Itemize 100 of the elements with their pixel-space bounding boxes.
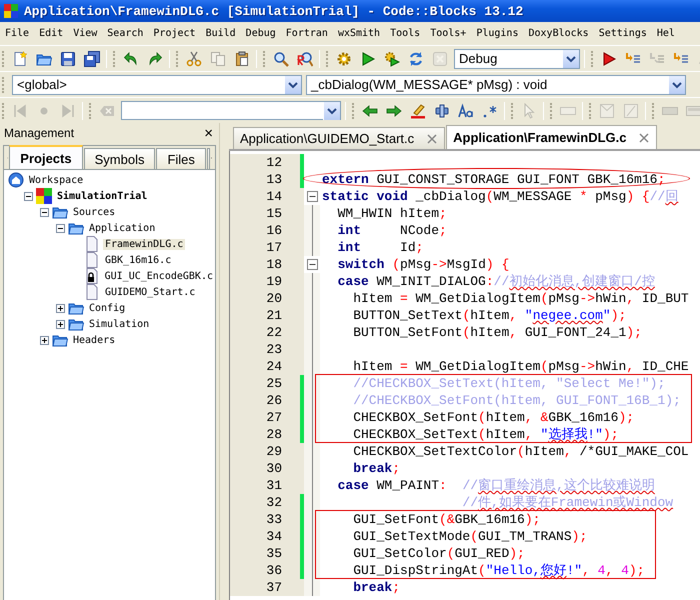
menu-item[interactable]: Hel xyxy=(652,26,680,41)
app-icon xyxy=(3,3,19,19)
line-number: 24 xyxy=(230,358,300,375)
match-case-icon[interactable] xyxy=(458,102,474,118)
tree-item[interactable]: FramewinDLG.c xyxy=(103,238,186,250)
panel-tab[interactable]: Symbols xyxy=(84,148,156,169)
gear-play-icon[interactable] xyxy=(384,50,400,66)
line-number: 16 xyxy=(230,222,300,239)
redo-arrow-icon[interactable] xyxy=(147,50,163,66)
expand-toggle[interactable] xyxy=(56,320,65,328)
panel-tab[interactable]: Projects xyxy=(9,145,83,169)
close-icon[interactable] xyxy=(426,132,438,144)
menu-item[interactable]: Plugins xyxy=(471,26,524,41)
tree-item[interactable]: GBK_16m16.c xyxy=(103,254,174,266)
code-line: CHECKBOX_SetFont(hItem, &GBK_16m16); xyxy=(352,409,634,426)
line-number: 14 xyxy=(230,188,300,205)
code-line: GUI_SetFont(&GBK_16m16); xyxy=(352,511,540,528)
replace-icon[interactable] xyxy=(297,50,313,66)
line-number: 13 xyxy=(230,171,300,188)
play-icon[interactable] xyxy=(360,50,376,66)
menu-item[interactable]: DoxyBlocks xyxy=(523,26,594,41)
refresh-icon[interactable] xyxy=(408,50,424,66)
menu-item[interactable]: Edit xyxy=(34,26,68,41)
line-number: 20 xyxy=(230,290,300,307)
line-number: 29 xyxy=(230,443,300,460)
four-squares-icon xyxy=(36,188,52,204)
collapse-toggle[interactable] xyxy=(56,224,65,232)
code-line: BUTTON_SetFont(hItem, GUI_FONT_24_1); xyxy=(352,324,642,341)
tree-item[interactable]: GUIDEMO_Start.c xyxy=(103,286,198,298)
code-line: break; xyxy=(352,579,400,596)
line-number: 30 xyxy=(230,460,300,477)
menu-item[interactable]: Tools xyxy=(385,26,426,41)
fold-toggle[interactable] xyxy=(306,259,318,270)
tree-item[interactable]: Sources xyxy=(71,206,118,218)
line-number: 35 xyxy=(230,545,300,562)
code-line: GUI_SetColor(GUI_RED); xyxy=(352,545,525,562)
editor-tab[interactable]: Application\FramewinDLG.c xyxy=(446,125,658,149)
new-file-icon[interactable] xyxy=(12,50,28,66)
line-number: 33 xyxy=(230,511,300,528)
scope-dropdown[interactable]: <global> xyxy=(12,74,302,94)
menu-item[interactable]: Tools+ xyxy=(425,26,472,41)
expand-toggle[interactable] xyxy=(40,336,49,344)
panel-tab[interactable]: Files xyxy=(156,148,206,169)
menu-item[interactable]: Debug xyxy=(240,26,281,41)
code-line: //CHECKBOX_SetFont(hItem, GUI_FONT_16B_1); xyxy=(352,392,681,409)
menu-item[interactable]: File xyxy=(0,26,34,41)
function-dropdown[interactable]: _cbDialog(WM_MESSAGE* pMsg) : void xyxy=(306,74,686,94)
tree-item[interactable]: Config xyxy=(87,302,128,314)
tree-item[interactable]: Headers xyxy=(71,334,118,346)
line-number: 15 xyxy=(230,205,300,222)
line-number: 22 xyxy=(230,324,300,341)
tree-item[interactable]: Application xyxy=(87,222,158,234)
code-line: BUTTON_SetText(hItem, "negee.com"); xyxy=(352,307,626,324)
line-number: 18 xyxy=(230,256,300,273)
scissors-icon[interactable] xyxy=(186,50,202,66)
code-line: hItem = WM_GetDialogItem(pMsg->hWin, ID_BUT xyxy=(352,290,689,307)
clipboard-icon[interactable] xyxy=(234,50,250,66)
collapse-toggle[interactable] xyxy=(40,208,49,216)
build-target-dropdown[interactable]: Debug xyxy=(454,48,580,68)
menu-item[interactable]: Search xyxy=(102,26,148,41)
line-number: 27 xyxy=(230,409,300,426)
menu-item[interactable]: Project xyxy=(148,26,201,41)
menu-item[interactable]: Fortran xyxy=(280,26,333,41)
menu-item[interactable]: Build xyxy=(200,26,241,41)
gear-icon[interactable] xyxy=(336,50,352,66)
line-number: 19 xyxy=(230,273,300,290)
code-line: case WM_PAINT: //窗口重绘消息,这个比较难说明 xyxy=(336,477,655,494)
code-line: WM_HWIN hItem; xyxy=(336,205,447,222)
code-line: int Id; xyxy=(336,239,424,256)
code-line: hItem = WM_GetDialogItem(pMsg->hWin, ID_CHE xyxy=(352,358,689,375)
tree-item[interactable]: SimulationTrial xyxy=(55,190,150,202)
line-number: 12 xyxy=(230,154,300,171)
line-number: 28 xyxy=(230,426,300,443)
window-title: Application\FramewinDLG.c [SimulationTrial] - Code::Blocks 13.12 xyxy=(24,4,524,18)
tree-item[interactable]: GUI_UC_EncodeGBK.c xyxy=(102,270,215,282)
line-number: 36 xyxy=(230,562,300,579)
tree-item[interactable]: Simulation xyxy=(87,318,152,330)
code-line: int NCode; xyxy=(336,222,447,239)
code-line: CHECKBOX_SetText(hItem, "选择我!"); xyxy=(352,426,618,443)
close-icon[interactable] xyxy=(638,132,650,144)
fold-toggle[interactable] xyxy=(306,191,318,202)
menu-item[interactable]: wxSmith xyxy=(332,26,386,41)
code-line: case WM_INIT_DIALOG://初始化消息,创建窗口/控 xyxy=(336,273,655,290)
collapse-toggle[interactable] xyxy=(24,192,33,200)
expand-toggle[interactable] xyxy=(56,304,65,312)
code-line: //件,如果要在Framewin或Window xyxy=(461,494,674,511)
undo-arrow-icon[interactable] xyxy=(123,50,139,66)
floppy-disks-icon[interactable] xyxy=(84,50,100,66)
search-icon[interactable] xyxy=(273,50,289,66)
line-number: 32 xyxy=(230,494,300,511)
panel-title: Management xyxy=(4,126,74,140)
menu-item[interactable]: Settings xyxy=(594,26,652,41)
code-line: break; xyxy=(352,460,400,477)
highlighter-icon[interactable] xyxy=(410,102,426,118)
close-button[interactable]: × xyxy=(202,124,215,142)
code-line: switch (pMsg->MsgId) { xyxy=(336,256,510,273)
tree-item[interactable]: Workspace xyxy=(27,174,86,186)
debug-play-icon[interactable] xyxy=(601,50,617,66)
menu-item[interactable]: View xyxy=(68,26,102,41)
editor-tab[interactable]: Application\GUIDEMO_Start.c xyxy=(233,127,446,149)
